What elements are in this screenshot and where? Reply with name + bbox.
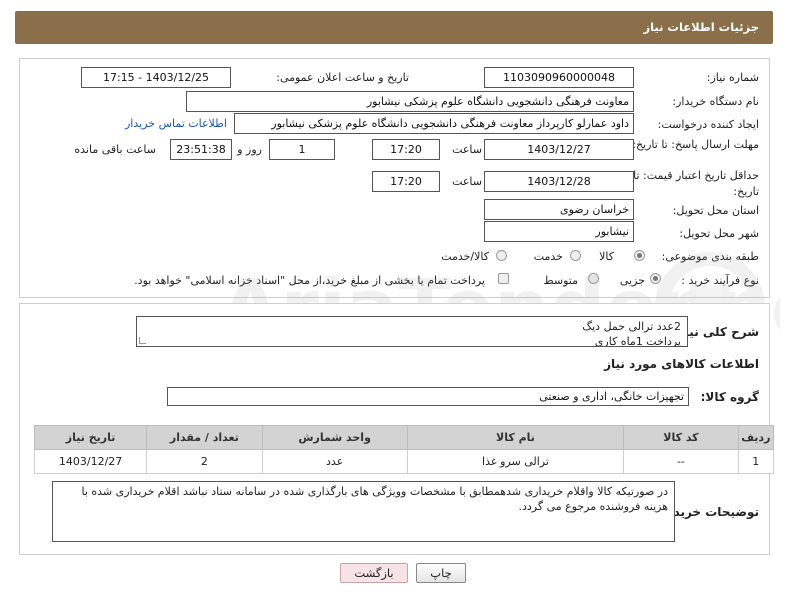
- purchase-type-label: نوع فرآیند خرید :: [681, 274, 759, 287]
- need-number-label: شماره نیاز:: [706, 71, 759, 84]
- city-label: شهر محل تحویل:: [679, 227, 759, 240]
- page-header: جزئیات اطلاعات نیاز: [15, 11, 773, 44]
- category-radio-goods[interactable]: [634, 250, 645, 261]
- deadline-days-label: روز و: [237, 143, 262, 156]
- cell-row-number: 1: [737, 449, 775, 474]
- cell-need-date: 1403/12/27: [33, 449, 148, 474]
- requester-field: داود عمارلو کارپرداز معاونت فرهنگی دانشج…: [234, 113, 634, 134]
- cell-unit: عدد: [261, 449, 408, 474]
- deadline-time-label: ساعت: [452, 143, 482, 156]
- province-label: استان محل تحویل:: [672, 204, 759, 217]
- validity-label: حداقل تاریخ اعتبار قیمت: تا تاریخ:: [633, 169, 759, 198]
- deadline-label: مهلت ارسال پاسخ: تا تاریخ:: [632, 138, 759, 151]
- goods-group-label: گروه کالا:: [700, 390, 759, 404]
- announce-datetime-label: تاریخ و ساعت اعلان عمومی:: [276, 71, 409, 84]
- table-row: 1 -- ترالی سرو غذا عدد 2 1403/12/27: [33, 449, 775, 474]
- col-goods-code: کد کالا: [623, 425, 739, 450]
- description-textarea[interactable]: 2عدد ترالی حمل دیگ پرداخت 1ماه کاری: [136, 316, 688, 347]
- back-button[interactable]: بازگشت: [340, 563, 408, 583]
- category-option-goods: کالا: [599, 250, 614, 263]
- cell-goods-code: --: [623, 449, 739, 474]
- validity-time-field: 17:20: [372, 171, 440, 192]
- purchase-radio-medium[interactable]: [588, 273, 599, 284]
- deadline-time-field: 17:20: [372, 139, 440, 160]
- cell-goods-name: ترالی سرو غذا: [406, 449, 625, 474]
- city-field: نیشابور: [484, 221, 634, 242]
- deadline-date-field: 1403/12/27: [484, 139, 634, 160]
- buyer-contact-link[interactable]: اطلاعات تماس خریدار: [125, 117, 227, 130]
- category-radio-goods-service[interactable]: [496, 250, 507, 261]
- col-row-number: ردیف: [737, 425, 775, 450]
- validity-date-field: 1403/12/28: [484, 171, 634, 192]
- col-quantity: تعداد / مقدار: [146, 425, 263, 450]
- buyer-notes-text: در صورتیکه کالا واقلام خریداری شدهمطابق …: [81, 485, 668, 513]
- province-field: خراسان رضوی: [484, 199, 634, 220]
- buyer-org-label: نام دستگاه خریدار:: [672, 95, 759, 108]
- requester-label: ایجاد کننده درخواست:: [657, 118, 759, 131]
- buyer-org-field: معاونت فرهنگی دانشجویی دانشگاه علوم پزشک…: [186, 91, 634, 112]
- page-title: جزئیات اطلاعات نیاز: [643, 20, 759, 34]
- buyer-notes-textarea[interactable]: در صورتیکه کالا واقلام خریداری شدهمطابق …: [52, 481, 675, 542]
- category-option-service: خدمت: [533, 250, 563, 263]
- description-line2: پرداخت 1ماه کاری: [594, 335, 681, 347]
- col-unit: واحد شمارش: [261, 425, 408, 450]
- category-label: طبقه بندی موضوعی:: [661, 250, 759, 263]
- description-line1: 2عدد ترالی حمل دیگ: [582, 320, 681, 333]
- announce-datetime-field: 1403/12/25 - 17:15: [81, 67, 231, 88]
- need-number-field: 1103090960000048: [484, 67, 634, 88]
- treasury-payment-checkbox[interactable]: [498, 273, 509, 284]
- purchase-option-minor: جزیی: [619, 274, 645, 287]
- goods-table-header: ردیف کد کالا نام کالا واحد شمارش تعداد /…: [33, 425, 775, 450]
- purchase-radio-minor[interactable]: [650, 273, 661, 284]
- goods-info-title: اطلاعات کالاهای مورد نیاز: [604, 357, 759, 371]
- resize-handle-icon[interactable]: [139, 337, 146, 344]
- category-radio-service[interactable]: [570, 250, 581, 261]
- col-need-date: تاریخ نیاز: [33, 425, 148, 450]
- validity-time-label: ساعت: [452, 175, 482, 188]
- cell-quantity: 2: [146, 449, 263, 474]
- treasury-payment-note: پرداخت تمام یا بخشی از مبلغ خرید،از محل …: [134, 274, 485, 287]
- col-goods-name: نام کالا: [406, 425, 625, 450]
- purchase-option-medium: متوسط: [543, 274, 578, 287]
- category-option-goods-service: کالا/خدمت: [441, 250, 489, 263]
- deadline-remaining-field: 23:51:38: [170, 139, 232, 160]
- goods-table: ردیف کد کالا نام کالا واحد شمارش تعداد /…: [33, 425, 775, 474]
- goods-group-field: تجهیزات خانگی، اداری و صنعتی: [167, 387, 689, 406]
- print-button[interactable]: چاپ: [416, 563, 466, 583]
- deadline-days-field: 1: [269, 139, 335, 160]
- deadline-remaining-label: ساعت باقی مانده: [74, 143, 156, 156]
